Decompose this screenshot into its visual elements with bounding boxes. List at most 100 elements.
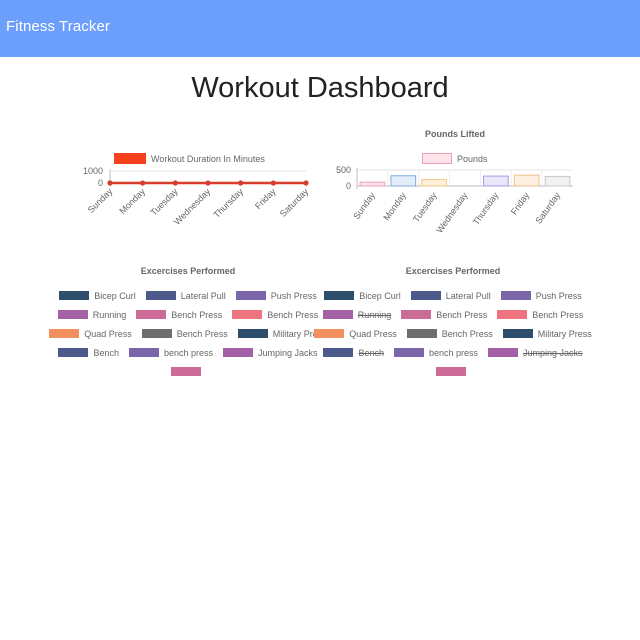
legend-swatch — [324, 291, 355, 300]
exercises-right-legend: Bicep Curl Lateral Pull Push Press Running B… — [303, 290, 603, 380]
exercise-legend-item[interactable]: Bench Press — [497, 309, 583, 320]
exercise-legend-item[interactable]: Bench — [58, 347, 119, 358]
bar-xtick-label: Wednesday — [434, 190, 470, 235]
bar-rect — [544, 175, 571, 187]
line-xtick-label: Saturday — [278, 186, 311, 219]
line-ytick-label: 1000 — [83, 166, 103, 176]
line-xtick-label: Thursday — [211, 186, 245, 220]
line-xtick-label: Monday — [117, 186, 147, 216]
exercise-legend-item[interactable]: Bench Press — [401, 309, 487, 320]
exercise-legend-item[interactable]: Running — [57, 309, 127, 320]
bar-xtick-label: Thursday — [471, 190, 501, 227]
legend-swatch — [237, 329, 268, 338]
line-data-point — [270, 180, 276, 186]
legend-label: Bicep Curl — [359, 290, 401, 301]
legend-swatch — [393, 348, 424, 357]
legend-label: Lateral Pull — [445, 290, 491, 301]
legend-label: Military Press — [537, 328, 592, 339]
exercise-legend-item[interactable]: Quad Press — [49, 328, 132, 339]
bar-rect — [483, 175, 509, 187]
bar-xtick-label: Saturday — [533, 190, 562, 226]
legend-swatch — [502, 329, 533, 338]
legend-swatch — [57, 310, 88, 319]
legend-label: Lateral Pull — [180, 290, 226, 301]
bar-xtick-label: Sunday — [351, 190, 377, 221]
bar-ytick-label: 500 — [336, 165, 351, 175]
exercises-right-title: Excercises Performed — [405, 266, 501, 276]
line-data-point — [238, 180, 244, 186]
legend-swatch — [59, 291, 90, 300]
exercise-legend-item[interactable]: Bench Press — [136, 309, 222, 320]
exercise-legend-item[interactable]: Bicep Curl — [324, 290, 401, 301]
exercise-legend-item[interactable]: bench press — [393, 347, 478, 358]
legend-swatch — [322, 310, 353, 319]
legend-swatch — [145, 291, 176, 300]
legend-label: Bench Press — [532, 309, 584, 320]
exercise-legend-item[interactable]: Lateral Pull — [145, 290, 226, 301]
page-title: Workout Dashboard — [191, 72, 449, 104]
bar-xtick-label: Monday — [381, 190, 408, 222]
exercises-left-title: Excercises Performed — [140, 266, 236, 276]
legend-label: Bench Press — [436, 309, 488, 320]
exercise-legend-item[interactable]: Bench Press — [141, 328, 228, 339]
exercise-legend-item[interactable]: Quad Press — [314, 328, 397, 339]
bar-xtick-label: Friday — [509, 190, 532, 217]
exercises-left-legend: Bicep Curl Lateral Pull Push Press Running B… — [38, 290, 338, 380]
legend-swatch — [136, 310, 167, 319]
legend-swatch — [410, 291, 441, 300]
legend-label: Bench Press — [176, 328, 228, 339]
exercise-legend-item[interactable]: Bench — [323, 347, 384, 358]
exercise-legend-item[interactable]: Lateral Pull — [410, 290, 491, 301]
exercises-chart-right: Excercises Performed Bicep Curl Lateral P… — [303, 260, 603, 640]
legend-label: Bench — [93, 347, 119, 358]
line-data-point — [303, 180, 309, 186]
exercise-legend-item[interactable]: Push Press — [500, 290, 582, 301]
bar-ytick-label: 0 — [346, 181, 351, 191]
line-data-point — [107, 180, 113, 186]
legend-swatch — [141, 329, 172, 338]
legend-label: Bench Press — [441, 328, 493, 339]
exercise-legend-item[interactable]: Bench Press — [406, 328, 493, 339]
legend-swatch — [232, 310, 263, 319]
line-xtick-label: Tuesday — [149, 186, 181, 218]
bar-rect — [421, 179, 447, 187]
line-data-point — [205, 180, 211, 186]
bar-rect — [359, 181, 386, 187]
exercise-legend-item[interactable]: Running — [322, 309, 392, 320]
navbar-brand[interactable]: Fitness Tracker — [6, 18, 110, 35]
legend-swatch — [500, 291, 531, 300]
legend-swatch — [323, 348, 354, 357]
legend-label: Bench Press — [171, 309, 223, 320]
exercise-legend-item[interactable] — [435, 366, 471, 377]
legend-label: Bicep Curl — [94, 290, 136, 301]
legend-label: Quad Press — [349, 328, 397, 339]
line-data-point — [140, 180, 146, 186]
legend-swatch — [435, 367, 466, 376]
exercise-legend-item[interactable] — [170, 366, 206, 377]
line-xtick-label: Friday — [253, 186, 278, 211]
legend-label: Running — [357, 309, 392, 320]
pounds-chart-panel: Pounds Lifted Pounds 500 0 Sunday Monday Tue… — [330, 126, 580, 246]
legend-swatch — [128, 348, 159, 357]
exercise-legend-item[interactable]: bench press — [128, 347, 214, 358]
legend-swatch — [223, 348, 254, 357]
exercises-chart-left: Excercises Performed Bicep Curl Lateral P… — [38, 260, 338, 640]
legend-swatch — [235, 291, 266, 300]
legend-label: bench press — [163, 347, 214, 358]
legend-label: Running — [92, 309, 127, 320]
duration-chart-panel: Workout Duration In Minutes 1000 0 Sunday M… — [70, 150, 320, 240]
legend-swatch — [58, 348, 89, 357]
bar-rect — [513, 174, 540, 187]
line-ytick-label: 0 — [98, 178, 103, 188]
legend-label: Jumping Jacks — [523, 347, 583, 358]
legend-swatch — [488, 348, 519, 357]
pounds-bar-chart: 500 0Sunday Monday TuesdayWednesday Thursday… — [336, 165, 573, 235]
bar-xtick-label: Tuesday — [411, 190, 439, 224]
exercise-legend-item[interactable]: Jumping Jacks — [488, 347, 583, 358]
legend-swatch — [314, 329, 345, 338]
exercise-legend-item[interactable]: Military Press — [502, 328, 592, 339]
exercise-legend-item[interactable]: Bicep Curl — [59, 290, 136, 301]
legend-swatch — [406, 329, 437, 338]
legend-swatch — [49, 329, 80, 338]
line-data-point — [172, 180, 178, 186]
